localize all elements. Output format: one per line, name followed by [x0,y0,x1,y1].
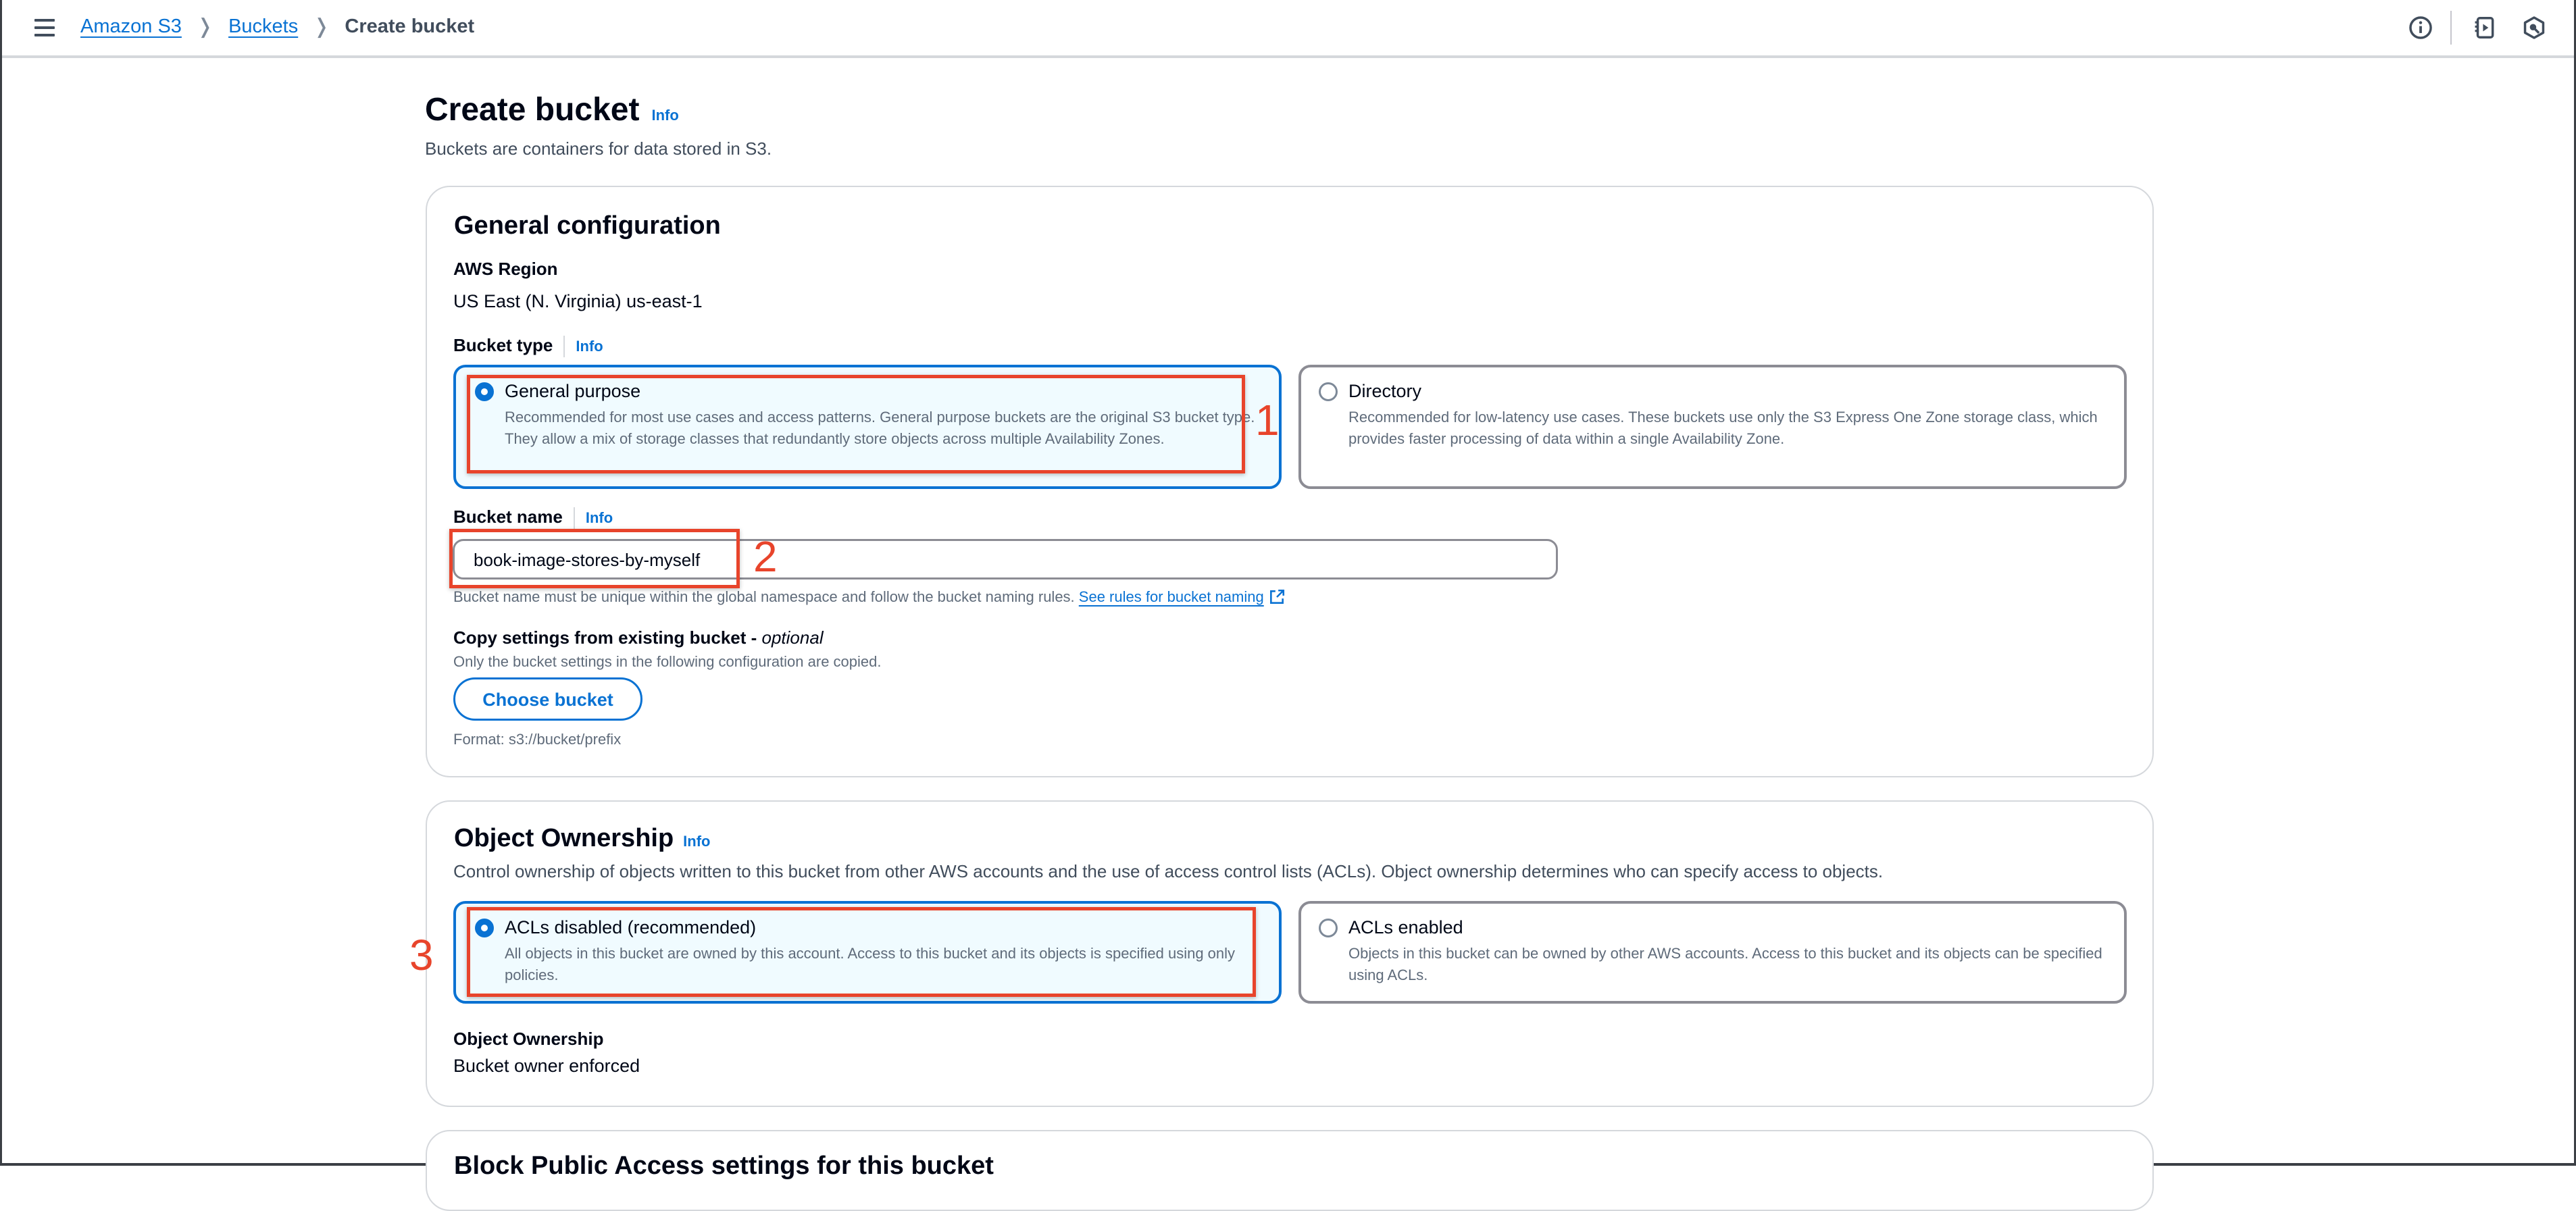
hamburger-menu-icon[interactable] [34,19,55,36]
external-link-icon[interactable] [1268,588,1286,606]
page-title: Create bucket Info [425,91,679,128]
block-public-access-panel: Block Public Access settings for this bu… [426,1130,2154,1211]
breadcrumb-buckets[interactable]: Buckets [228,16,298,38]
acls-enabled-radio[interactable] [1319,919,1338,937]
general-purpose-radio[interactable] [475,382,494,401]
top-navigation-bar: Amazon S3 ❭ Buckets ❭ Create bucket [2,0,2574,58]
breadcrumb: Amazon S3 ❭ Buckets ❭ Create bucket [80,15,474,38]
bucket-name-field[interactable] [453,539,1558,579]
aws-region-label: AWS Region [453,259,558,279]
directory-title: Directory [1348,381,1422,401]
acls-enabled-description: Objects in this bucket can be owned by o… [1348,945,2102,983]
annotation-label-2: 2 [753,532,778,581]
object-ownership-info-link[interactable]: Info [683,833,710,850]
acls-disabled-title: ACLs disabled (recommended) [505,917,757,937]
general-purpose-description: Recommended for most use cases and acces… [505,409,1255,447]
directory-radio[interactable] [1319,382,1338,401]
label-divider [563,336,565,358]
bucket-type-info-link[interactable]: Info [576,338,603,355]
breadcrumb-amazon-s3[interactable]: Amazon S3 [80,16,182,38]
acls-disabled-radio[interactable] [475,919,494,937]
bucket-name-label-text: Bucket name [453,507,563,527]
bucket-type-directory-tile[interactable]: Directory Recommended for low-latency us… [1298,365,2127,489]
info-circle-icon[interactable] [2408,15,2433,41]
copy-settings-hint: Only the bucket settings in the followin… [453,653,882,670]
hexagon-search-icon[interactable] [2521,15,2547,41]
bucket-type-label: Bucket type Info [453,335,603,358]
acls-enabled-tile[interactable]: ACLs enabled Objects in this bucket can … [1298,901,2127,1004]
copy-settings-label-text: Copy settings from existing bucket - [453,627,762,648]
bucket-name-label: Bucket name Info [453,507,613,530]
annotation-label-1: 1 [1255,396,1280,444]
object-ownership-description: Control ownership of objects written to … [453,861,1884,881]
object-ownership-heading: Object Ownership Info [454,824,711,853]
choose-bucket-button[interactable]: Choose bucket [453,677,642,721]
page-title-text: Create bucket [425,92,640,128]
object-ownership-result-value: Bucket owner enforced [453,1056,640,1076]
bucket-name-input[interactable] [472,549,1529,571]
bucket-type-general-purpose-tile[interactable]: General purpose Recommended for most use… [453,365,1282,489]
bucket-naming-rules-link[interactable]: See rules for bucket naming [1079,588,1264,605]
bucket-name-hint-text: Bucket name must be unique within the gl… [453,588,1075,605]
acls-disabled-description: All objects in this bucket are owned by … [505,945,1236,983]
notebook-play-icon[interactable] [2471,15,2497,41]
aws-region-value: US East (N. Virginia) us-east-1 [453,291,703,311]
header-divider [2450,11,2452,45]
object-ownership-result-label: Object Ownership [453,1029,604,1049]
general-purpose-title: General purpose [505,381,641,401]
copy-settings-label: Copy settings from existing bucket - opt… [453,627,824,648]
optional-tag: optional [761,627,824,648]
block-public-access-heading: Block Public Access settings for this bu… [454,1152,994,1180]
format-hint: Format: s3://bucket/prefix [453,731,622,748]
page-description: Buckets are containers for data stored i… [425,138,772,159]
chevron-right-icon: ❭ [313,16,330,38]
general-configuration-heading: General configuration [454,211,721,240]
annotation-label-3: 3 [409,931,434,979]
page-info-link[interactable]: Info [651,107,678,124]
bucket-type-label-text: Bucket type [453,335,553,355]
chevron-right-icon: ❭ [196,16,214,38]
bucket-name-hint: Bucket name must be unique within the gl… [453,588,1286,606]
acls-enabled-title: ACLs enabled [1348,917,1463,937]
bucket-name-info-link[interactable]: Info [586,509,613,526]
directory-description: Recommended for low-latency use cases. T… [1348,409,2098,447]
breadcrumb-current: Create bucket [345,16,475,37]
acls-disabled-tile[interactable]: ACLs disabled (recommended) All objects … [453,901,1282,1004]
label-divider [573,507,575,530]
object-ownership-heading-text: Object Ownership [454,824,674,852]
